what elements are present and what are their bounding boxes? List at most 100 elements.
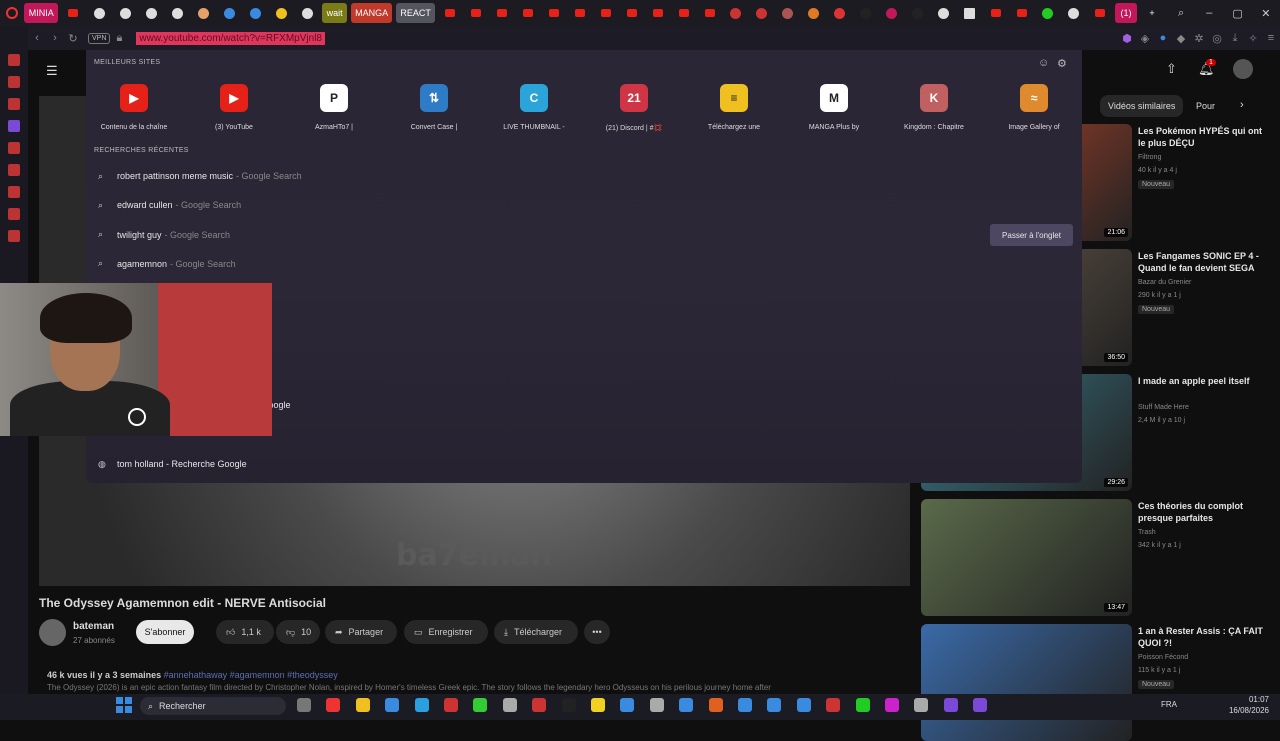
top-site-tile[interactable]: C LIVE THUMBNAIL - <box>484 84 584 131</box>
extension-icon[interactable]: ⬢ <box>1118 32 1136 45</box>
tab-youtube-active[interactable]: (1) <box>1114 3 1137 23</box>
tab-app[interactable] <box>855 3 877 23</box>
tab-google[interactable] <box>140 3 162 23</box>
taskbar-app-icon[interactable] <box>561 698 576 712</box>
taskbar-app-icon[interactable] <box>885 698 899 712</box>
related-video-title[interactable]: Ces théories du complot presque parfaite… <box>1138 500 1263 524</box>
snapshot-icon[interactable]: ◎ <box>1208 32 1226 45</box>
language-indicator[interactable]: FRA <box>1161 700 1177 709</box>
apps-icon[interactable] <box>8 208 20 220</box>
menu-icon[interactable]: ☰ <box>46 63 58 79</box>
tab-app[interactable] <box>881 3 903 23</box>
top-site-tile[interactable]: ▶ (3) YouTube <box>184 84 284 131</box>
tab-app[interactable] <box>751 3 773 23</box>
share-button[interactable]: ➦ Partager <box>325 620 397 644</box>
top-site-tile[interactable]: ⇅ Convert Case | <box>384 84 484 131</box>
related-video-channel[interactable]: Bazar du Grenier <box>1138 279 1191 286</box>
tab-google[interactable] <box>933 3 955 23</box>
tab-app[interactable] <box>1037 3 1059 23</box>
download-button[interactable]: ⤓ Télécharger <box>494 620 578 644</box>
search-tabs-button[interactable]: ⌕ <box>1167 0 1195 26</box>
tab-youtube[interactable] <box>1011 3 1033 23</box>
tab-manga[interactable]: MANGA <box>351 3 393 23</box>
recent-search-item[interactable]: ⌕ robert pattinson meme music - Google Sea… <box>98 169 302 183</box>
vpn-badge[interactable]: VPN <box>88 32 111 44</box>
taskbar-app-icon[interactable] <box>914 698 929 712</box>
tab-youtube[interactable] <box>62 3 84 23</box>
history-suggestion[interactable]: ◍ tom holland - Recherche Google <box>98 457 247 471</box>
tab-youtube[interactable] <box>465 3 487 23</box>
taskbar-app-icon[interactable] <box>679 698 694 712</box>
gear-icon[interactable]: ⚙ <box>1057 57 1067 70</box>
dislike-button[interactable]: 👎︎ 10 <box>276 620 320 644</box>
taskbar-app-icon[interactable] <box>414 698 429 712</box>
minimize-button[interactable]: – <box>1195 0 1223 26</box>
taskbar-app-icon[interactable] <box>826 698 841 712</box>
user-avatar[interactable] <box>1233 59 1253 79</box>
taskbar-app-icon[interactable] <box>620 698 635 712</box>
related-video-title[interactable]: I made an apple peel itself <box>1138 375 1263 387</box>
tab-youtube[interactable] <box>621 3 643 23</box>
forward-icon[interactable]: › <box>46 32 64 44</box>
taskbar-app-icon[interactable] <box>649 698 664 712</box>
related-video-title[interactable]: Les Fangames SONIC EP 4 - Quand le fan d… <box>1138 250 1263 274</box>
instagram-icon[interactable] <box>8 76 20 88</box>
windows-start-button[interactable] <box>116 697 132 713</box>
extension-icon[interactable]: ● <box>1154 32 1172 44</box>
top-site-tile[interactable]: ≈ Image Gallery of <box>984 84 1084 131</box>
taskbar-app-icon[interactable] <box>444 698 458 712</box>
related-video-thumbnail[interactable]: 13:47 <box>921 499 1132 616</box>
twitch-icon[interactable] <box>8 120 20 132</box>
top-site-tile[interactable]: K Kingdom : Chapitre <box>884 84 984 131</box>
tab-youtube[interactable] <box>491 3 513 23</box>
messenger-icon[interactable] <box>8 54 20 66</box>
taskbar-app-icon[interactable] <box>738 698 752 712</box>
related-video-title[interactable]: 1 an à Rester Assis : ÇA FAIT QUOI ?! <box>1138 625 1263 649</box>
chip-for-you[interactable]: Pour <box>1196 95 1215 117</box>
taskbar-search[interactable]: ⌕ Rechercher <box>140 697 286 715</box>
more-actions-button[interactable]: ••• <box>584 620 610 644</box>
channel-name[interactable]: bateman <box>73 621 114 632</box>
tab-youtube[interactable] <box>439 3 461 23</box>
tab-youtube[interactable] <box>543 3 565 23</box>
tab-youtube[interactable] <box>569 3 591 23</box>
recent-search-item[interactable]: ⌕ agamemnon - Google Search <box>98 257 236 271</box>
tab-youtube[interactable] <box>673 3 695 23</box>
tab-youtube[interactable] <box>595 3 617 23</box>
extension-icon[interactable]: ◆ <box>1172 32 1190 45</box>
heart-icon[interactable] <box>8 230 20 242</box>
new-tab-button[interactable]: + <box>1141 3 1163 23</box>
extension-icon[interactable]: ◈ <box>1136 32 1154 45</box>
aria-ai-icon[interactable]: ✧ <box>1244 32 1262 45</box>
taskbar-app-icon[interactable] <box>326 698 341 712</box>
whatsapp-icon[interactable] <box>8 98 20 110</box>
tab-app[interactable] <box>803 3 825 23</box>
chip-related-videos[interactable]: Vidéos similaires <box>1100 95 1184 117</box>
top-site-tile[interactable]: P AzmaHTo7 | <box>284 84 384 131</box>
related-video-channel[interactable]: Trash <box>1138 529 1156 536</box>
related-video-channel[interactable]: Poisson Fécond <box>1138 654 1188 661</box>
taskbar-app-icon[interactable] <box>708 698 723 712</box>
close-button[interactable]: ✕ <box>1252 0 1280 26</box>
taskbar-app-icon[interactable] <box>943 698 958 712</box>
switch-to-tab-button[interactable]: Passer à l'onglet <box>990 224 1073 246</box>
back-icon[interactable]: ‹ <box>28 32 46 44</box>
tab-app[interactable] <box>218 3 240 23</box>
taskbar-app-icon[interactable] <box>297 698 311 712</box>
tab-minia[interactable]: MINIA <box>24 3 59 23</box>
lock-icon[interactable]: 🔒︎ <box>110 32 128 45</box>
player-icon[interactable] <box>8 186 20 198</box>
menu-icon[interactable]: ≡ <box>1262 32 1280 44</box>
smiley-icon[interactable]: ☺ <box>1038 57 1049 69</box>
download-icon[interactable]: ⤓ <box>1226 32 1244 45</box>
channel-avatar[interactable] <box>39 619 66 646</box>
tab-react[interactable]: REACT <box>396 3 435 23</box>
maximize-button[interactable]: ▢ <box>1223 0 1251 26</box>
tab-wait[interactable]: wait <box>322 3 348 23</box>
recent-search-item[interactable]: ⌕ edward cullen - Google Search <box>98 198 241 212</box>
taskbar-app-icon[interactable] <box>385 698 400 712</box>
taskbar-app-icon[interactable] <box>973 698 988 712</box>
top-site-tile[interactable]: M MANGA Plus by <box>784 84 884 131</box>
related-video-channel[interactable]: Stuff Made Here <box>1138 404 1189 411</box>
like-button[interactable]: 👍︎ 1,1 k <box>216 620 274 644</box>
